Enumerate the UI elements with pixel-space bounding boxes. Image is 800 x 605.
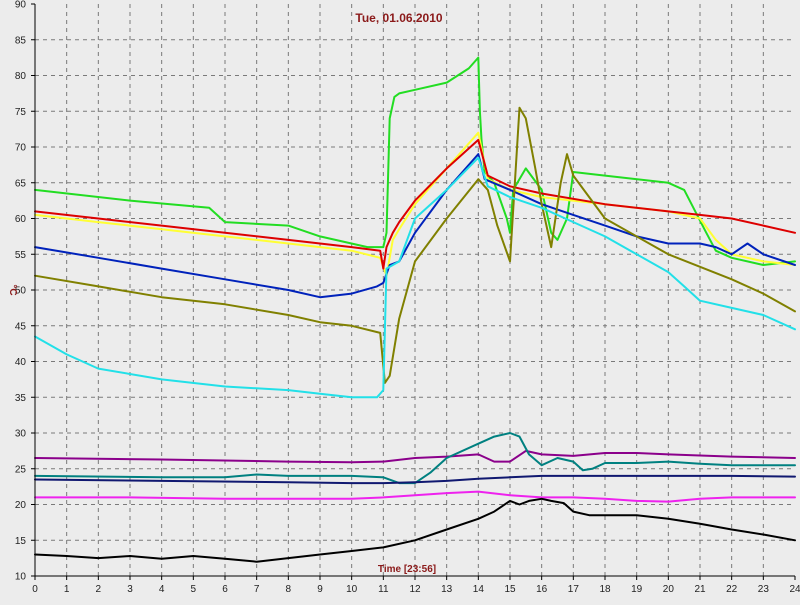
y-tick-label: 35 [15,393,27,404]
y-tick-label: 85 [15,35,27,46]
x-tick-label: 3 [127,584,133,595]
y-tick-label: 75 [15,107,27,118]
y-tick-label: 55 [15,250,27,261]
y-tick-label: 15 [15,536,27,547]
x-tick-label: 9 [317,584,323,595]
x-axis-title: Time [23:56] [378,564,436,575]
y-tick-label: 25 [15,464,27,475]
x-tick-label: 15 [504,584,516,595]
x-tick-label: 24 [789,584,800,595]
x-tick-label: 11 [378,584,389,595]
x-tick-label: 2 [96,584,102,595]
y-tick-label: 80 [15,71,27,82]
x-tick-label: 0 [32,584,38,595]
x-tick-label: 16 [536,584,548,595]
temperature-chart: 0 1 2 3 4 5 6 7 8 9 10 11 12 13 14 15 16 17 18 19 20 21 22 23 24… [0,0,800,600]
x-tick-label: 21 [694,584,706,595]
x-tick-label: 10 [346,584,358,595]
chart-svg: 0 1 2 3 4 5 6 7 8 9 10 11 12 13 14 15 16 17 18 19 20 21 22 23 24… [7,0,800,595]
x-tick-label: 22 [726,584,738,595]
y-tick-label: 40 [15,357,27,368]
x-tick-label: 13 [441,584,453,595]
y-tick-label: 70 [15,143,27,154]
x-tick-label: 12 [409,584,421,595]
y-tick-label: 65 [15,178,27,189]
y-tick-label: 20 [15,500,27,511]
x-tick-label: 8 [286,584,292,595]
x-tick-label: 7 [254,584,260,595]
x-tick-label: 5 [191,584,197,595]
y-tick-label: 10 [15,572,27,583]
x-tick-label: 20 [663,584,675,595]
x-tick-label: 23 [758,584,770,595]
x-tick-label: 1 [64,584,70,595]
y-tick-label: 60 [15,214,27,225]
y-tick-label: 45 [15,321,27,332]
y-axis-title: °C [7,284,18,295]
x-tick-label: 19 [631,584,643,595]
chart-title: Tue, 01.06.2010 [355,11,442,25]
x-tick-label: 14 [473,584,485,595]
y-tick-label: 30 [15,429,27,440]
y-tick-label: 90 [15,0,27,11]
x-tick-label: 18 [599,584,611,595]
x-tick-label: 6 [222,584,228,595]
x-tick-label: 17 [568,584,580,595]
x-tick-label: 4 [159,584,165,595]
